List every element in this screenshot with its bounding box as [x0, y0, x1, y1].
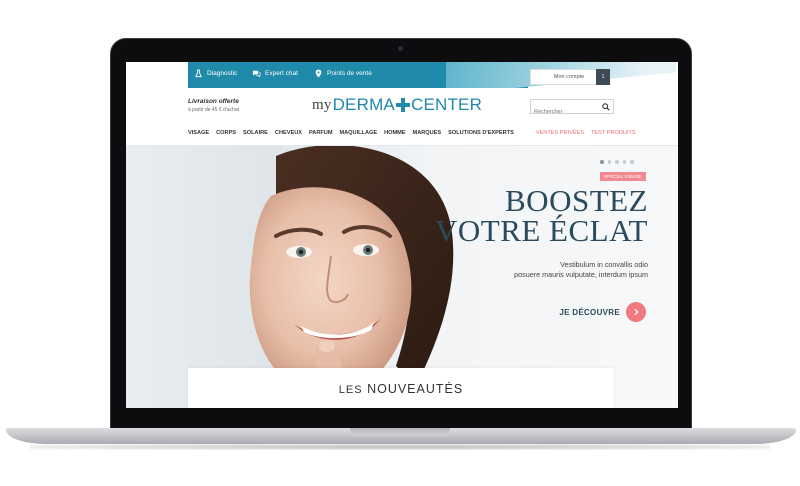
- hero-text-line1: Vestibulum in convallis odio: [560, 260, 648, 269]
- map-pin-icon: [315, 69, 322, 78]
- new-arrivals-prefix: LES: [338, 384, 363, 396]
- nav-item-marques[interactable]: MARQUES: [413, 130, 442, 142]
- stores-link[interactable]: Points de vente: [314, 69, 372, 78]
- nav-item-private-sales[interactable]: VENTES PRIVÉES: [536, 130, 584, 142]
- slider-dot[interactable]: [615, 160, 619, 164]
- main-nav: VISAGE CORPS SOLAIRE CHEVEUX PARFUM MAQU…: [188, 130, 643, 142]
- nav-item-maquillage[interactable]: MAQUILLAGE: [339, 130, 377, 142]
- nav-item-solutions[interactable]: SOLUTIONS D'EXPERTS: [448, 130, 514, 142]
- nav-item-corps[interactable]: CORPS: [216, 130, 236, 142]
- discover-cta[interactable]: JE DÉCOUVRE: [559, 302, 646, 322]
- slider-dots: [600, 160, 634, 164]
- site-logo[interactable]: my DERMA CENTER: [312, 94, 482, 116]
- free-delivery-subtitle: à partir de 45 € d'achat: [188, 107, 239, 113]
- laptop-notch: [350, 428, 450, 436]
- search-icon[interactable]: [602, 103, 610, 111]
- search-box: [530, 99, 614, 119]
- diagnostic-link[interactable]: Diagnostic: [194, 69, 237, 78]
- category-badge: SPÉCIAL VISAGE: [600, 172, 646, 181]
- slider-dot[interactable]: [622, 160, 626, 164]
- new-arrivals-title: LES NOUVEAUTÉS: [188, 382, 614, 396]
- camera-icon: [398, 46, 403, 51]
- slider-dot[interactable]: [600, 160, 604, 164]
- cart-button[interactable]: 1: [596, 69, 610, 85]
- chat-icon: [252, 70, 261, 78]
- slider-dot[interactable]: [607, 160, 611, 164]
- diagnostic-label: Diagnostic: [207, 70, 238, 77]
- nav-item-cheveux[interactable]: CHEVEUX: [275, 130, 302, 142]
- cross-icon: [395, 98, 410, 112]
- slider-dot[interactable]: [630, 160, 634, 164]
- expert-chat-label: Expert chat: [265, 70, 298, 77]
- logo-right: CENTER: [410, 95, 483, 114]
- website-screen: Diagnostic Expert chat Points de vente M…: [126, 62, 678, 408]
- logo-prefix: my: [312, 96, 332, 113]
- expert-chat-link[interactable]: Expert chat: [252, 69, 298, 78]
- hero-title-line1: BOOSTEZ: [505, 183, 648, 218]
- hero-title: BOOSTEZ VOTRE ÉCLAT: [434, 183, 648, 248]
- logo-left: DERMA: [332, 95, 395, 114]
- nav-item-parfum[interactable]: PARFUM: [309, 130, 333, 142]
- hero-description: Vestibulum in convallis odio posuere mau…: [514, 260, 648, 279]
- nav-item-visage[interactable]: VISAGE: [188, 130, 209, 142]
- search-input[interactable]: [531, 105, 601, 119]
- flask-icon: [195, 69, 202, 78]
- new-arrivals-section: LES NOUVEAUTÉS: [188, 368, 614, 408]
- laptop-shadow: [30, 444, 770, 450]
- arrow-right-button[interactable]: [626, 302, 646, 322]
- cart-count: 1: [601, 74, 605, 80]
- nav-item-homme[interactable]: HOMME: [384, 130, 405, 142]
- new-arrivals-main: NOUVEAUTÉS: [367, 382, 464, 396]
- chevron-right-icon: [634, 308, 639, 316]
- free-delivery-title: Livraison offerte: [188, 98, 239, 105]
- laptop-frame: Diagnostic Expert chat Points de vente M…: [0, 0, 800, 486]
- nav-item-solaire[interactable]: SOLAIRE: [243, 130, 268, 142]
- hero-banner: SPÉCIAL VISAGE BOOSTEZ VOTRE ÉCLAT Vesti…: [126, 146, 678, 408]
- nav-item-product-test[interactable]: TEST PRODUITS: [591, 130, 636, 142]
- stores-label: Points de vente: [327, 70, 372, 77]
- hero-title-line2: VOTRE ÉCLAT: [434, 213, 648, 248]
- discover-label: JE DÉCOUVRE: [559, 307, 620, 317]
- account-label: Mon compte: [553, 74, 585, 80]
- hero-text-line2: posuere mauris vulputate, interdum ipsum: [514, 269, 648, 279]
